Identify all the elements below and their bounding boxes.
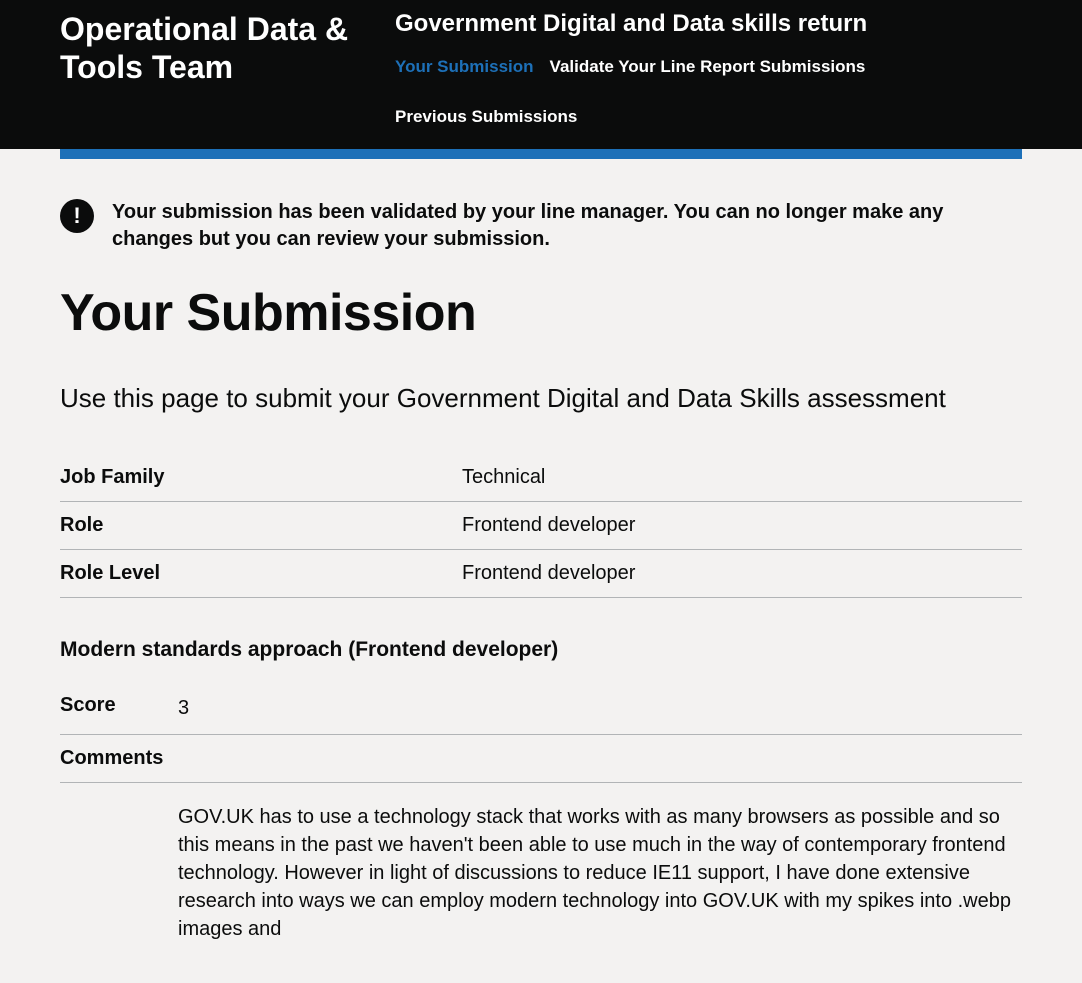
summary-row-job-family: Job Family Technical bbox=[60, 454, 1022, 502]
nav-validate-line-reports[interactable]: Validate Your Line Report Submissions bbox=[550, 50, 866, 84]
comments-body: GOV.UK has to use a technology stack tha… bbox=[60, 783, 1022, 943]
score-value: 3 bbox=[178, 694, 189, 722]
score-label: Score bbox=[60, 694, 178, 722]
app-header: Operational Data & Tools Team Government… bbox=[0, 0, 1082, 149]
service-name: Government Digital and Data skills retur… bbox=[395, 10, 1022, 38]
notification-banner: ! Your submission has been validated by … bbox=[60, 199, 1022, 253]
summary-key: Role bbox=[60, 514, 462, 537]
summary-row-role-level: Role Level Frontend developer bbox=[60, 550, 1022, 598]
nav-previous-submissions[interactable]: Previous Submissions bbox=[395, 100, 577, 134]
summary-list: Job Family Technical Role Frontend devel… bbox=[60, 454, 1022, 598]
skill-detail-list: Score 3 Comments bbox=[60, 682, 1022, 783]
summary-key: Role Level bbox=[60, 562, 462, 585]
notification-text: Your submission has been validated by yo… bbox=[112, 199, 1022, 253]
summary-row-role: Role Frontend developer bbox=[60, 502, 1022, 550]
page-title: Your Submission bbox=[60, 283, 1022, 343]
primary-nav: Your Submission Validate Your Line Repor… bbox=[395, 50, 1022, 134]
summary-key: Job Family bbox=[60, 466, 462, 489]
skill-heading: Modern standards approach (Frontend deve… bbox=[60, 638, 1022, 662]
header-divider bbox=[60, 149, 1022, 159]
summary-value: Frontend developer bbox=[462, 514, 635, 537]
main-content: ! Your submission has been validated by … bbox=[0, 159, 1082, 983]
header-team: Operational Data & Tools Team bbox=[60, 10, 395, 87]
detail-row-score: Score 3 bbox=[60, 682, 1022, 735]
team-name: Operational Data & Tools Team bbox=[60, 10, 395, 87]
comments-label: Comments bbox=[60, 747, 178, 770]
page-description: Use this page to submit your Government … bbox=[60, 383, 1022, 414]
summary-value: Frontend developer bbox=[462, 562, 635, 585]
summary-value: Technical bbox=[462, 466, 545, 489]
exclamation-icon: ! bbox=[60, 199, 94, 233]
nav-your-submission[interactable]: Your Submission bbox=[395, 50, 534, 84]
detail-row-comments: Comments bbox=[60, 735, 1022, 783]
header-service: Government Digital and Data skills retur… bbox=[395, 10, 1022, 134]
